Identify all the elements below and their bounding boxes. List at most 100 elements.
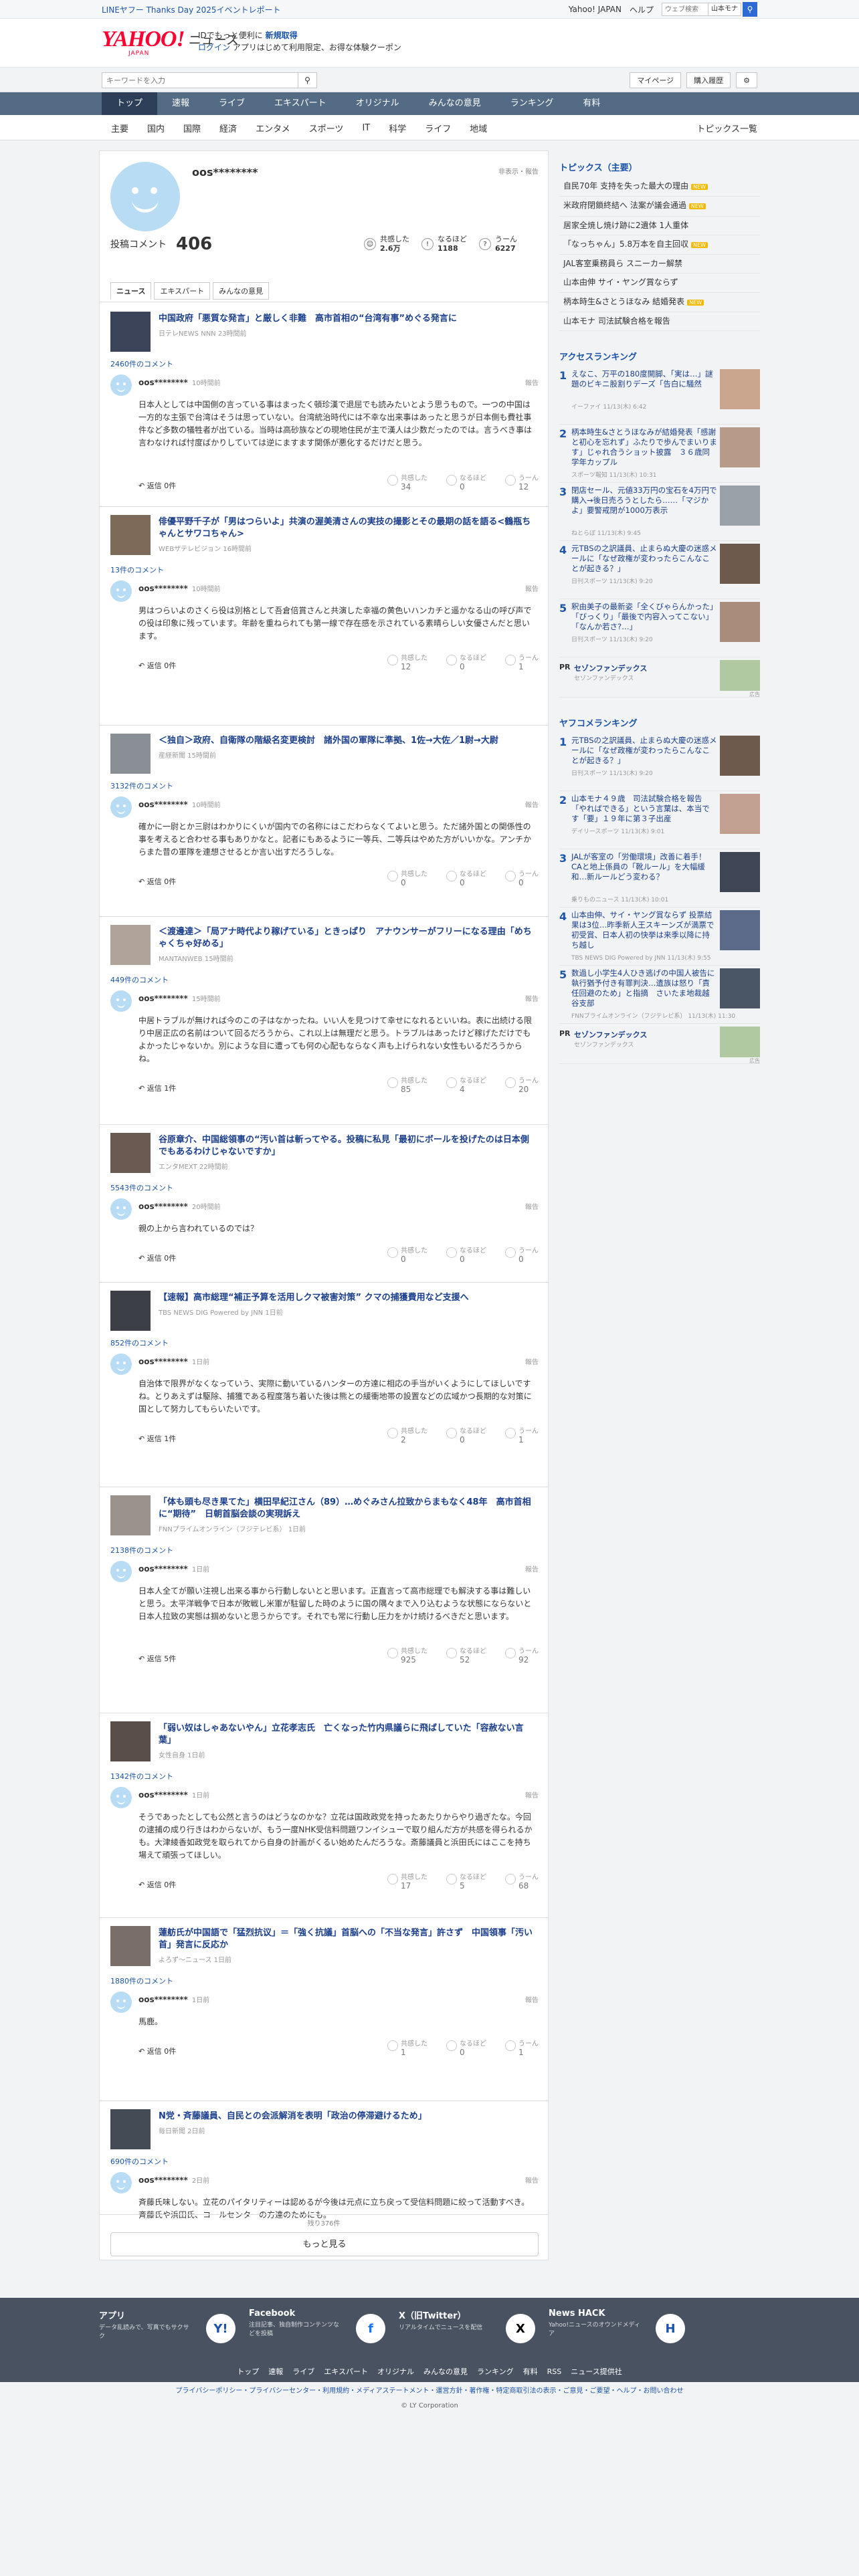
topic-item[interactable]: 山本由伸 サイ・ヤング賞ならず bbox=[559, 274, 760, 293]
comment-count-link[interactable]: 449件のコメント bbox=[110, 974, 169, 985]
reply-button[interactable]: ↶ 返信 0件 bbox=[138, 480, 176, 491]
legal-links[interactable]: プライバシーポリシー・プライバシーセンター・利用規約・メディアステートメント・運… bbox=[0, 2385, 859, 2395]
cat-economy[interactable]: 経済 bbox=[210, 122, 246, 134]
reaction-empathy[interactable]: 共感した 0 bbox=[387, 871, 427, 887]
hide-report-link[interactable]: 非表示・報告 bbox=[498, 166, 539, 176]
ranking-item[interactable]: 4 元TBSの之訳議員、止まらぬ大慶の迷惑メールに「なぜ政権が変わったらこんなこと… bbox=[559, 541, 760, 600]
comment-username[interactable]: oos******** bbox=[138, 378, 188, 387]
reply-button[interactable]: ↶ 返信 5件 bbox=[138, 1653, 176, 1664]
reaction-hmm[interactable]: うーん 92 bbox=[505, 1648, 539, 1664]
footer-link[interactable]: RSS bbox=[547, 2367, 562, 2376]
article-link[interactable]: N党・斉藤議員、自民との会派解消を表明「政治の停滞避けるため」 毎日新聞 2日前 bbox=[110, 2109, 539, 2149]
report-link[interactable]: 報告 bbox=[525, 583, 539, 593]
reaction-insight[interactable]: なるほど0 bbox=[446, 655, 486, 671]
article-link[interactable]: 蓮舫氏が中国語で「猛烈抗议」＝「強く抗議」首脳への「不当な発言」許さず 中国領事… bbox=[110, 1926, 539, 1966]
comment-count-link[interactable]: 13件のコメント bbox=[110, 564, 164, 575]
reaction-hmm[interactable]: うーん 1 bbox=[505, 2040, 539, 2056]
reply-button[interactable]: ↶ 返信 0件 bbox=[138, 876, 176, 887]
article-title[interactable]: ＜独自＞政府、自衛隊の階級名変更検討 諸外国の軍隊に準拠、1佐→大佐／1尉→大尉 bbox=[159, 735, 533, 747]
footer-link[interactable]: 速報 bbox=[268, 2367, 283, 2376]
cat-sports[interactable]: スポーツ bbox=[300, 122, 353, 134]
topics-list-link[interactable]: トピックス一覧 bbox=[696, 122, 757, 134]
comment-count-link[interactable]: 1880件のコメント bbox=[110, 1975, 173, 1986]
reaction-hmm[interactable]: うーん 1 bbox=[505, 655, 539, 671]
sns-card[interactable]: News HACK Yahoo!ニュースのオウンドメディア H bbox=[549, 2309, 690, 2347]
article-link[interactable]: 中国政府「悪質な発言」と厳しく非難 高市首相の“台湾有事”めぐる発言に 日テレNE… bbox=[110, 312, 539, 352]
comment-count-link[interactable]: 1342件のコメント bbox=[110, 1771, 173, 1782]
ranking-item[interactable]: 1 えなこ、万平の180度開脚、「実は…」謎題のビキニ股割りデーズ「告白に騒然 イー… bbox=[559, 366, 760, 425]
reply-button[interactable]: ↶ 返信 0件 bbox=[138, 660, 176, 671]
report-link[interactable]: 報告 bbox=[525, 1356, 539, 1366]
footer-link[interactable]: ニュース提供社 bbox=[571, 2367, 622, 2376]
reaction-empathy[interactable]: 共感した 0 bbox=[387, 1247, 427, 1263]
report-link[interactable]: 報告 bbox=[525, 993, 539, 1003]
comment-username[interactable]: oos******** bbox=[138, 1995, 188, 2004]
reaction-empathy[interactable]: 共感した2 bbox=[387, 1428, 427, 1444]
reaction-insight[interactable]: なるほど0 bbox=[446, 475, 486, 491]
footer-link[interactable]: ライブ bbox=[292, 2367, 314, 2376]
reaction-empathy[interactable]: 共感した 34 bbox=[387, 475, 427, 491]
topic-item[interactable]: 米政府閉鎖終結へ 法案が議会通過 NEW bbox=[559, 197, 760, 217]
reply-button[interactable]: ↶ 返信 1件 bbox=[138, 1083, 176, 1093]
sns-card[interactable]: アプリ データ乱読みで、写真でもサクサク Y! bbox=[99, 2309, 241, 2347]
article-link[interactable]: ＜独自＞政府、自衛隊の階級名変更検討 諸外国の軍隊に準拠、1佐→大佐／1尉→大尉… bbox=[110, 734, 539, 774]
pr-ad[interactable]: PR セゾンファンデックス セゾンファンデックス 広告 bbox=[559, 657, 760, 698]
ranking-item[interactable]: 4 山本由伸、サイ・ヤング賞ならず 投票結果は3位…昨季新人王スキーンズが満票で初… bbox=[559, 907, 760, 966]
keyword-input[interactable] bbox=[102, 72, 298, 88]
purchase-history-button[interactable]: 購入履歴 bbox=[686, 72, 731, 88]
comment-count-link[interactable]: 5543件のコメント bbox=[110, 1182, 173, 1193]
article-title[interactable]: 【速報】高市総理“補正予算を活用しクマ被害対策” クマの捕獲費用など支援へ bbox=[159, 1292, 533, 1304]
reaction-empathy[interactable]: 共感した 925 bbox=[387, 1648, 427, 1664]
comment-count-link[interactable]: 690件のコメント bbox=[110, 2156, 169, 2167]
article-title[interactable]: 中国政府「悪質な発言」と厳しく非難 高市首相の“台湾有事”めぐる発言に bbox=[159, 313, 533, 325]
tab-news[interactable]: ニュース bbox=[110, 282, 152, 300]
cat-domestic[interactable]: 国内 bbox=[138, 122, 174, 134]
comment-username[interactable]: oos******** bbox=[138, 2175, 188, 2185]
ranking-item[interactable]: 5 釈由美子の最新姿「全くびゃらんかった」「びっくり」「最後で内容入ってこない」「… bbox=[559, 599, 760, 658]
ranking-item[interactable]: 1 元TBSの之訳議員、止まらぬ大慶の迷惑メールに「なぜ政権が変わったらこんなこと… bbox=[559, 733, 760, 792]
report-link[interactable]: 報告 bbox=[525, 799, 539, 809]
footer-link[interactable]: トップ bbox=[237, 2367, 259, 2376]
reaction-empathy[interactable]: 共感した 85 bbox=[387, 1077, 427, 1093]
topic-item[interactable]: 「なっちゃん」5.8万本を自主回収 NEW bbox=[559, 235, 760, 255]
signup-link[interactable]: 新規取得 bbox=[266, 31, 298, 40]
report-link[interactable]: 報告 bbox=[525, 377, 539, 387]
ranking-item[interactable]: 2 山本モナ４９歳 司法試験合格を報告「やればできる」という言葉は、本当です「要」… bbox=[559, 791, 760, 850]
sns-card[interactable]: Facebook 注目記事、独自制作コンテンツなどを投稿 f bbox=[249, 2309, 391, 2347]
comment-username[interactable]: oos******** bbox=[138, 994, 188, 1003]
reaction-insight[interactable]: なるほど 5 bbox=[446, 1874, 486, 1890]
footer-link[interactable]: ランキング bbox=[477, 2367, 514, 2376]
reaction-empathy[interactable]: 共感した 12 bbox=[387, 655, 427, 671]
cat-main[interactable]: 主要 bbox=[102, 122, 138, 134]
report-link[interactable]: 報告 bbox=[525, 1564, 539, 1574]
reaction-insight[interactable]: なるほど0 bbox=[446, 1247, 486, 1263]
gear-icon[interactable]: ⚙ bbox=[736, 72, 757, 88]
ranking-item[interactable]: 5 数過し小学生4人ひき逃げの中国人被告に執行猶予付き有罪判決…遺族は怒り「責任回… bbox=[559, 966, 760, 1025]
topic-item[interactable]: 自民70年 支持を失った最大の理由 NEW bbox=[559, 177, 760, 197]
gnav-expert[interactable]: エキスパート bbox=[260, 92, 341, 115]
comment-username[interactable]: oos******** bbox=[138, 800, 188, 809]
article-title[interactable]: 蓮舫氏が中国語で「猛烈抗议」＝「強く抗議」首脳への「不当な発言」許さず 中国領事… bbox=[159, 1927, 533, 1951]
cat-local[interactable]: 地域 bbox=[460, 122, 496, 134]
reaction-hmm[interactable]: うーん0 bbox=[505, 1247, 539, 1263]
gnav-paid[interactable]: 有料 bbox=[568, 92, 615, 115]
ranking-item[interactable]: 2 柄本時生&さとうほなみが結婚発表「感謝と初心を忘れず」ふたりで歩んでまいります… bbox=[559, 425, 760, 484]
search-scope[interactable]: 山本モナ bbox=[708, 3, 741, 16]
gnav-original[interactable]: オリジナル bbox=[341, 92, 414, 115]
login-link[interactable]: ログイン bbox=[198, 43, 230, 52]
mypage-button[interactable]: マイページ bbox=[630, 72, 682, 88]
reply-button[interactable]: ↶ 返信 0件 bbox=[138, 1253, 176, 1263]
gnav-breaking[interactable]: 速報 bbox=[157, 92, 204, 115]
topic-item[interactable]: JAL客室乗務員ら スニーカー解禁 bbox=[559, 255, 760, 274]
comment-username[interactable]: oos******** bbox=[138, 1790, 188, 1800]
footer-link[interactable]: 有料 bbox=[523, 2367, 538, 2376]
cat-life[interactable]: ライフ bbox=[415, 122, 460, 134]
footer-link[interactable]: みんなの意見 bbox=[423, 2367, 468, 2376]
article-title[interactable]: N党・斉藤議員、自民との会派解消を表明「政治の停滞避けるため」 bbox=[159, 2111, 533, 2123]
cat-it[interactable]: IT bbox=[353, 123, 379, 133]
article-link[interactable]: 谷原章介、中国総領事の“汚い首は斬ってやる。投稿に私見「最初にボールを投げたのは… bbox=[110, 1133, 539, 1173]
article-title[interactable]: 俳優平野千子が「男はつらいよ」共演の渥美清さんの実技の撮影とその最期の話を語る<… bbox=[159, 516, 533, 540]
reaction-insight[interactable]: なるほど0 bbox=[446, 871, 486, 887]
ranking-item[interactable]: 3 JALが客室の「労働環境」改善に着手！ CAと地上係員の「靴ルール」を大幅緩和… bbox=[559, 849, 760, 908]
cat-entertainment[interactable]: エンタメ bbox=[246, 122, 300, 134]
